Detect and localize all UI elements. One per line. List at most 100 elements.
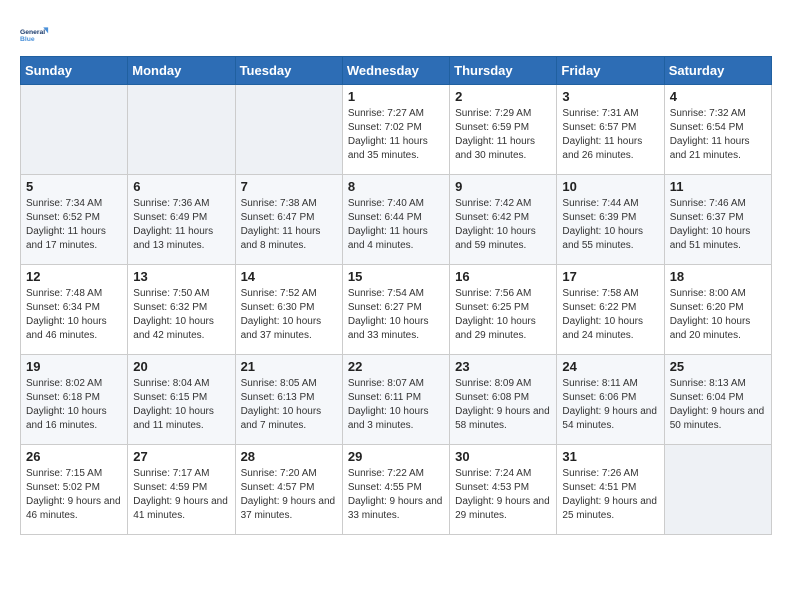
day-number: 9	[455, 179, 551, 194]
day-number: 16	[455, 269, 551, 284]
day-cell: 31 Sunrise: 7:26 AMSunset: 4:51 PMDayligh…	[557, 445, 664, 535]
calendar-table: SundayMondayTuesdayWednesdayThursdayFrid…	[20, 56, 772, 535]
day-info: Sunrise: 7:52 AMSunset: 6:30 PMDaylight:…	[241, 287, 337, 343]
week-row-2: 5 Sunrise: 7:34 AMSunset: 6:52 PMDaylight…	[21, 175, 772, 265]
day-number: 7	[241, 179, 337, 194]
weekday-header-thursday: Thursday	[450, 57, 557, 85]
day-cell: 8Sunrise: 7:40 AMSunset: 6:44 PMDaylight…	[342, 175, 449, 265]
day-number: 4	[670, 89, 766, 104]
day-number: 24	[562, 359, 658, 374]
day-number: 5	[26, 179, 122, 194]
day-number: 21	[241, 359, 337, 374]
day-cell	[235, 85, 342, 175]
day-info: Sunrise: 8:09 AMSunset: 6:08 PMDaylight:…	[455, 377, 551, 433]
day-info: Sunrise: 7:54 AMSunset: 6:27 PMDaylight:…	[348, 287, 444, 343]
week-row-3: 12 Sunrise: 7:48 AMSunset: 6:34 PMDayligh…	[21, 265, 772, 355]
weekday-header-row: SundayMondayTuesdayWednesdayThursdayFrid…	[21, 57, 772, 85]
day-info: Sunrise: 7:42 AMSunset: 6:42 PMDaylight:…	[455, 197, 551, 253]
day-info: Sunrise: 8:13 AMSunset: 6:04 PMDaylight:…	[670, 377, 766, 433]
day-cell: 27Sunrise: 7:17 AMSunset: 4:59 PMDayligh…	[128, 445, 235, 535]
week-row-1: 1Sunrise: 7:27 AMSunset: 7:02 PMDaylight…	[21, 85, 772, 175]
day-cell: 7 Sunrise: 7:38 AMSunset: 6:47 PMDaylight…	[235, 175, 342, 265]
day-cell: 21 Sunrise: 8:05 AMSunset: 6:13 PMDayligh…	[235, 355, 342, 445]
day-info: Sunrise: 7:58 AMSunset: 6:22 PMDaylight:…	[562, 287, 658, 343]
day-number: 23	[455, 359, 551, 374]
day-number: 18	[670, 269, 766, 284]
day-number: 14	[241, 269, 337, 284]
weekday-header-monday: Monday	[128, 57, 235, 85]
day-info: Sunrise: 7:56 AMSunset: 6:25 PMDaylight:…	[455, 287, 551, 343]
day-cell: 30 Sunrise: 7:24 AMSunset: 4:53 PMDayligh…	[450, 445, 557, 535]
day-info: Sunrise: 7:31 AMSunset: 6:57 PMDaylight:…	[562, 107, 658, 163]
week-row-5: 26 Sunrise: 7:15 AMSunset: 5:02 PMDayligh…	[21, 445, 772, 535]
day-info: Sunrise: 7:26 AMSunset: 4:51 PMDaylight:…	[562, 467, 658, 523]
day-cell: 12 Sunrise: 7:48 AMSunset: 6:34 PMDayligh…	[21, 265, 128, 355]
day-cell: 20 Sunrise: 8:04 AMSunset: 6:15 PMDayligh…	[128, 355, 235, 445]
day-cell	[128, 85, 235, 175]
day-cell: 6Sunrise: 7:36 AMSunset: 6:49 PMDaylight…	[128, 175, 235, 265]
day-cell: 17 Sunrise: 7:58 AMSunset: 6:22 PMDayligh…	[557, 265, 664, 355]
day-info: Sunrise: 7:15 AMSunset: 5:02 PMDaylight:…	[26, 467, 122, 523]
day-cell: 28Sunrise: 7:20 AMSunset: 4:57 PMDayligh…	[235, 445, 342, 535]
day-info: Sunrise: 7:29 AMSunset: 6:59 PMDaylight:…	[455, 107, 551, 163]
day-cell: 19 Sunrise: 8:02 AMSunset: 6:18 PMDayligh…	[21, 355, 128, 445]
day-info: Sunrise: 7:44 AMSunset: 6:39 PMDaylight:…	[562, 197, 658, 253]
day-info: Sunrise: 8:04 AMSunset: 6:15 PMDaylight:…	[133, 377, 229, 433]
day-cell: 1Sunrise: 7:27 AMSunset: 7:02 PMDaylight…	[342, 85, 449, 175]
weekday-header-tuesday: Tuesday	[235, 57, 342, 85]
day-number: 27	[133, 449, 229, 464]
day-cell	[21, 85, 128, 175]
day-info: Sunrise: 7:50 AMSunset: 6:32 PMDaylight:…	[133, 287, 229, 343]
day-cell: 23 Sunrise: 8:09 AMSunset: 6:08 PMDayligh…	[450, 355, 557, 445]
day-number: 15	[348, 269, 444, 284]
day-info: Sunrise: 7:48 AMSunset: 6:34 PMDaylight:…	[26, 287, 122, 343]
day-cell: 14 Sunrise: 7:52 AMSunset: 6:30 PMDayligh…	[235, 265, 342, 355]
day-info: Sunrise: 7:40 AMSunset: 6:44 PMDaylight:…	[348, 197, 444, 253]
day-number: 2	[455, 89, 551, 104]
day-cell: 9 Sunrise: 7:42 AMSunset: 6:42 PMDaylight…	[450, 175, 557, 265]
day-cell: 15 Sunrise: 7:54 AMSunset: 6:27 PMDayligh…	[342, 265, 449, 355]
day-info: Sunrise: 7:38 AMSunset: 6:47 PMDaylight:…	[241, 197, 337, 253]
day-cell: 10 Sunrise: 7:44 AMSunset: 6:39 PMDayligh…	[557, 175, 664, 265]
day-cell: 5 Sunrise: 7:34 AMSunset: 6:52 PMDaylight…	[21, 175, 128, 265]
day-cell: 2 Sunrise: 7:29 AMSunset: 6:59 PMDaylight…	[450, 85, 557, 175]
day-info: Sunrise: 7:46 AMSunset: 6:37 PMDaylight:…	[670, 197, 766, 253]
day-number: 20	[133, 359, 229, 374]
day-number: 17	[562, 269, 658, 284]
logo: GeneralBlue	[20, 20, 54, 50]
day-cell: 29Sunrise: 7:22 AMSunset: 4:55 PMDayligh…	[342, 445, 449, 535]
weekday-header-saturday: Saturday	[664, 57, 771, 85]
day-number: 29	[348, 449, 444, 464]
day-number: 22	[348, 359, 444, 374]
day-info: Sunrise: 7:24 AMSunset: 4:53 PMDaylight:…	[455, 467, 551, 523]
day-number: 10	[562, 179, 658, 194]
day-info: Sunrise: 7:36 AMSunset: 6:49 PMDaylight:…	[133, 197, 229, 253]
day-info: Sunrise: 8:05 AMSunset: 6:13 PMDaylight:…	[241, 377, 337, 433]
svg-text:General: General	[20, 29, 45, 36]
weekday-header-sunday: Sunday	[21, 57, 128, 85]
day-number: 13	[133, 269, 229, 284]
day-cell: 18Sunrise: 8:00 AMSunset: 6:20 PMDayligh…	[664, 265, 771, 355]
day-info: Sunrise: 7:27 AMSunset: 7:02 PMDaylight:…	[348, 107, 444, 163]
weekday-header-friday: Friday	[557, 57, 664, 85]
day-info: Sunrise: 8:11 AMSunset: 6:06 PMDaylight:…	[562, 377, 658, 433]
day-number: 12	[26, 269, 122, 284]
day-number: 3	[562, 89, 658, 104]
day-cell: 25Sunrise: 8:13 AMSunset: 6:04 PMDayligh…	[664, 355, 771, 445]
day-number: 31	[562, 449, 658, 464]
day-info: Sunrise: 7:20 AMSunset: 4:57 PMDaylight:…	[241, 467, 337, 523]
day-info: Sunrise: 8:07 AMSunset: 6:11 PMDaylight:…	[348, 377, 444, 433]
day-cell: 4 Sunrise: 7:32 AMSunset: 6:54 PMDaylight…	[664, 85, 771, 175]
day-info: Sunrise: 7:32 AMSunset: 6:54 PMDaylight:…	[670, 107, 766, 163]
day-number: 26	[26, 449, 122, 464]
day-info: Sunrise: 7:34 AMSunset: 6:52 PMDaylight:…	[26, 197, 122, 253]
day-number: 19	[26, 359, 122, 374]
day-number: 30	[455, 449, 551, 464]
day-cell: 11 Sunrise: 7:46 AMSunset: 6:37 PMDayligh…	[664, 175, 771, 265]
week-row-4: 19 Sunrise: 8:02 AMSunset: 6:18 PMDayligh…	[21, 355, 772, 445]
day-cell: 3 Sunrise: 7:31 AMSunset: 6:57 PMDaylight…	[557, 85, 664, 175]
day-cell	[664, 445, 771, 535]
day-info: Sunrise: 8:02 AMSunset: 6:18 PMDaylight:…	[26, 377, 122, 433]
svg-text:Blue: Blue	[20, 36, 35, 43]
day-number: 11	[670, 179, 766, 194]
